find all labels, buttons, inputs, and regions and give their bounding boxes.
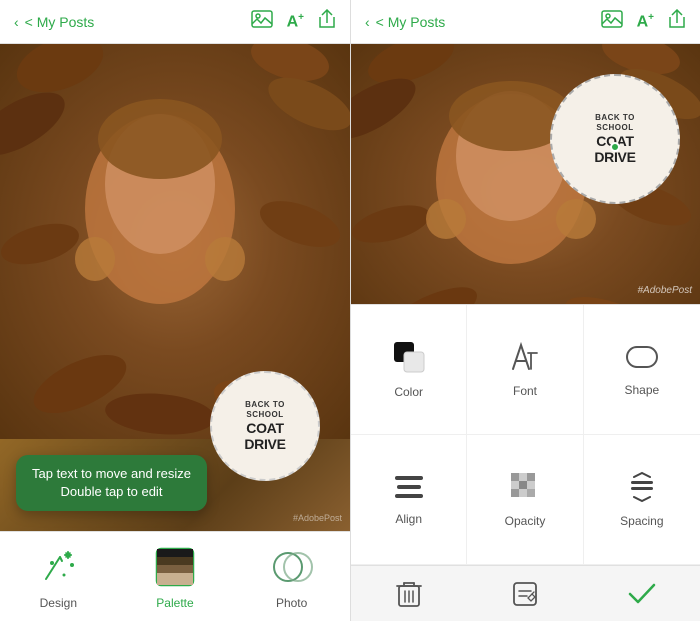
text-icon[interactable]: A+ <box>287 12 304 31</box>
action-row <box>351 565 700 621</box>
color-tool[interactable]: Color <box>351 305 467 435</box>
confirm-button[interactable] <box>620 572 664 616</box>
left-back-label: < My Posts <box>25 14 95 30</box>
right-chevron-icon: ‹ <box>365 14 370 30</box>
delete-button[interactable] <box>387 572 431 616</box>
spacing-icon <box>626 471 658 508</box>
right-badge[interactable]: BACK TO SCHOOL COAT DRIVE <box>550 74 680 204</box>
right-share-icon[interactable] <box>668 9 686 34</box>
shape-tool[interactable]: Shape <box>584 305 700 435</box>
font-label: Font <box>513 384 537 398</box>
share-icon-left[interactable] <box>318 9 336 34</box>
spacing-tool[interactable]: Spacing <box>584 435 700 565</box>
align-icon <box>393 473 425 506</box>
badge-drive: DRIVE <box>244 436 285 452</box>
left-top-bar: ‹ < My Posts A+ <box>0 0 350 44</box>
tools-grid: Color Font Shape <box>351 304 700 565</box>
right-bg: BACK TO SCHOOL COAT DRIVE #AdobePost <box>351 44 700 304</box>
right-watermark: #AdobePost <box>638 285 693 296</box>
tooltip-line1: Tap text to move and resize <box>32 465 191 483</box>
color-label: Color <box>394 385 423 399</box>
left-bg: BACK TO SCHOOL COAT DRIVE Tap text to mo… <box>0 44 350 531</box>
palette-icon-wrapper <box>152 544 198 590</box>
shape-label: Shape <box>624 383 659 397</box>
design-tool[interactable]: Design <box>35 544 81 610</box>
opacity-tool[interactable]: Opacity <box>467 435 583 565</box>
right-badge-back-to: BACK TO <box>595 113 635 123</box>
tooltip-line2: Double tap to edit <box>32 483 191 501</box>
left-top-icons: A+ <box>251 9 336 34</box>
right-text-icon[interactable]: A+ <box>637 12 654 31</box>
tooltip: Tap text to move and resize Double tap t… <box>16 455 207 511</box>
spacing-label: Spacing <box>620 514 663 528</box>
left-panel: ‹ < My Posts A+ <box>0 0 350 621</box>
palette-tool[interactable]: Palette <box>152 544 198 610</box>
left-chevron-icon: ‹ <box>14 14 19 30</box>
right-panel: ‹ < My Posts A+ <box>350 0 700 621</box>
right-back-button[interactable]: ‹ < My Posts <box>365 14 445 30</box>
font-icon <box>509 341 541 378</box>
right-back-label: < My Posts <box>376 14 446 30</box>
opacity-icon <box>509 471 541 508</box>
align-tool[interactable]: Align <box>351 435 467 565</box>
photo-icon-wrapper <box>269 544 315 590</box>
badge-back-to: BACK TO <box>245 400 285 410</box>
right-top-icons: A+ <box>601 9 686 34</box>
left-image-area[interactable]: BACK TO SCHOOL COAT DRIVE Tap text to mo… <box>0 44 350 531</box>
image-icon[interactable] <box>251 10 273 33</box>
design-icon-wrapper <box>35 544 81 590</box>
edit-button[interactable] <box>503 572 547 616</box>
left-bottom-toolbar: Design Palette <box>0 531 350 621</box>
design-label: Design <box>40 596 77 610</box>
green-dot <box>610 142 620 152</box>
color-icon <box>392 340 426 379</box>
opacity-label: Opacity <box>505 514 546 528</box>
right-top-bar: ‹ < My Posts A+ <box>351 0 700 44</box>
right-image-icon[interactable] <box>601 10 623 33</box>
left-watermark: #AdobePost <box>293 513 342 523</box>
left-badge[interactable]: BACK TO SCHOOL COAT DRIVE <box>210 371 320 481</box>
badge-coat: COAT <box>246 421 283 436</box>
left-back-button[interactable]: ‹ < My Posts <box>14 14 94 30</box>
shape-icon <box>625 342 659 377</box>
photo-label: Photo <box>276 596 307 610</box>
palette-label: Palette <box>156 596 193 610</box>
right-image-area[interactable]: BACK TO SCHOOL COAT DRIVE #AdobePost <box>351 44 700 304</box>
photo-tool[interactable]: Photo <box>269 544 315 610</box>
font-tool[interactable]: Font <box>467 305 583 435</box>
align-label: Align <box>395 512 422 526</box>
